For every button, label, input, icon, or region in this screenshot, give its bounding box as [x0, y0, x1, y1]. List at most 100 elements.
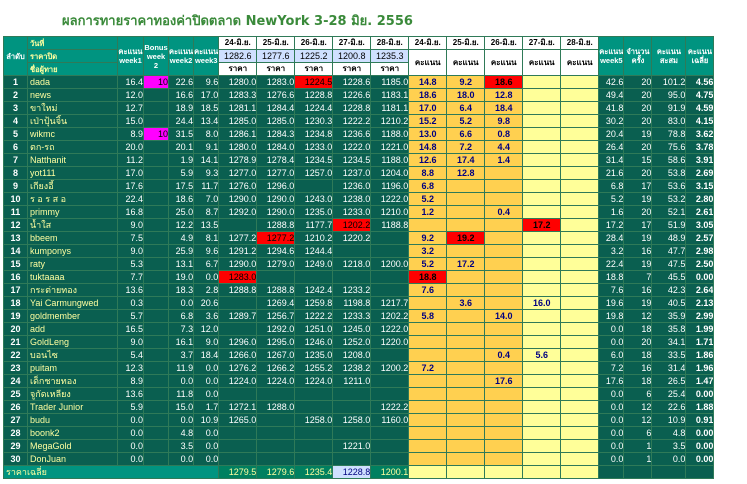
table-row: 29 MegaGold 0.0 3.5 0.0 1221.0 0.0 1 3.5 0.00 [3, 439, 715, 453]
average-price: 1235.4 [294, 465, 334, 479]
daily-score [522, 426, 562, 440]
week5-score: 49.4 [598, 88, 625, 102]
price-guess: 1292.0 [218, 205, 258, 219]
play-count: 6 [623, 426, 653, 440]
daily-score [484, 283, 524, 297]
price-guess: 1279.0 [256, 257, 296, 271]
price-guess: 1188.0 [370, 153, 410, 167]
total-score: 26.5 [651, 374, 687, 388]
bonus-score [143, 88, 169, 102]
average-score: 1.71 [685, 335, 715, 349]
price-date-header: 27-มิ.ย. [332, 36, 372, 50]
price-guess: 1224.0 [218, 374, 258, 388]
week1-score: 12.0 [117, 88, 144, 102]
price-guess: 1183.1 [370, 88, 410, 102]
price-guess: 1285.0 [256, 114, 296, 128]
player-name: Yai Carmungwed [27, 296, 118, 310]
daily-score [446, 400, 486, 414]
daily-score [446, 452, 486, 466]
count-header: จำนวน ครั้ง [623, 36, 653, 76]
price-guess [332, 387, 372, 401]
daily-score [522, 270, 562, 284]
daily-score: 17.0 [408, 101, 448, 115]
week1-score: 9.0 [117, 218, 144, 232]
total-score: 22.6 [651, 400, 687, 414]
player-name: น้ำใส [27, 218, 118, 232]
price-guess: 1238.0 [332, 192, 372, 206]
daily-score [522, 101, 562, 115]
week5-score: 0.0 [598, 335, 625, 349]
player-name: จูกัดเหลียง [27, 387, 118, 401]
empty-cell [623, 465, 653, 479]
average-score: 2.69 [685, 166, 715, 180]
price-guess [332, 426, 372, 440]
average-score: 1.96 [685, 361, 715, 375]
price-guess: 1288.0 [256, 400, 296, 414]
row-number: 24 [3, 374, 28, 388]
empty-cell [408, 465, 448, 479]
table-row: 19 goldmember 5.7 6.8 3.6 1289.7 1256.7 1222.2 1… [3, 309, 715, 323]
table-row: 18 Yai Carmungwed 0.3 0.0 20.6 1269.4 1259.8 11… [3, 296, 715, 310]
daily-score [522, 75, 562, 89]
empty-cell [651, 465, 687, 479]
player-name: เด็กชายทอง [27, 374, 118, 388]
price-guess: 1222.2 [370, 400, 410, 414]
total-score: 101.2 [651, 75, 687, 89]
empty-cell [685, 465, 715, 479]
play-count: 15 [623, 153, 653, 167]
week3-score: 10.9 [193, 413, 220, 427]
table-row: 21 GoldLeng 9.0 16.1 9.0 1296.0 1295.0 1246.0 12… [3, 335, 715, 349]
daily-score [484, 296, 524, 310]
daily-score [446, 244, 486, 258]
price-guess: 1288.8 [256, 218, 296, 232]
daily-score [560, 231, 600, 245]
row-number: 6 [3, 140, 28, 154]
daily-score [560, 309, 600, 323]
price-guess: 1177.7 [294, 218, 334, 232]
week3-score: 14.1 [193, 153, 220, 167]
price-guess [370, 270, 410, 284]
bonus-score [143, 426, 169, 440]
daily-score: 5.2 [408, 257, 448, 271]
daily-score: 17.2 [522, 218, 562, 232]
week5-score: 42.6 [598, 75, 625, 89]
bonus-score [143, 296, 169, 310]
bonus-score [143, 114, 169, 128]
daily-score: 14.8 [408, 75, 448, 89]
price-guess: 1285.0 [218, 114, 258, 128]
player-name: bbeem [27, 231, 118, 245]
total-score: 45.5 [651, 270, 687, 284]
total-score: 34.1 [651, 335, 687, 349]
price-guess: 1296.0 [218, 335, 258, 349]
price-guess [294, 387, 334, 401]
week3-score: 9.1 [193, 140, 220, 154]
player-name: บอนไซ [27, 348, 118, 362]
player-name: raty [27, 257, 118, 271]
player-name: ตก-รถ [27, 140, 118, 154]
price-guess [256, 413, 296, 427]
bonus-score: 10 [143, 75, 169, 89]
price-guess: 1235.0 [294, 205, 334, 219]
play-count: 20 [623, 335, 653, 349]
week3-score: 0.0 [193, 374, 220, 388]
daily-score [522, 309, 562, 323]
play-count: 12 [623, 413, 653, 427]
bonus-score [143, 283, 169, 297]
total-score: 25.4 [651, 387, 687, 401]
week2-score: 3.7 [167, 348, 195, 362]
price-guess [218, 387, 258, 401]
daily-score [446, 322, 486, 336]
price-guess: 1222.0 [332, 140, 372, 154]
daily-score [446, 387, 486, 401]
table-row: 16 tuktaaaa 7.7 19.0 0.0 1283.0 18.8 18.8 7 45.5 0… [3, 270, 715, 284]
play-count: 20 [623, 140, 653, 154]
daily-score [522, 452, 562, 466]
week2-score: 17.5 [167, 179, 195, 193]
week5-score: 6.0 [598, 348, 625, 362]
price-guess: 1234.5 [332, 153, 372, 167]
player-name: goldmember [27, 309, 118, 323]
play-count: 17 [623, 218, 653, 232]
table-row: 24 เด็กชายทอง 8.9 0.0 0.0 1224.0 1224.0 1224.0 1… [3, 374, 715, 388]
daily-score: 8.8 [408, 166, 448, 180]
play-count: 18 [623, 374, 653, 388]
